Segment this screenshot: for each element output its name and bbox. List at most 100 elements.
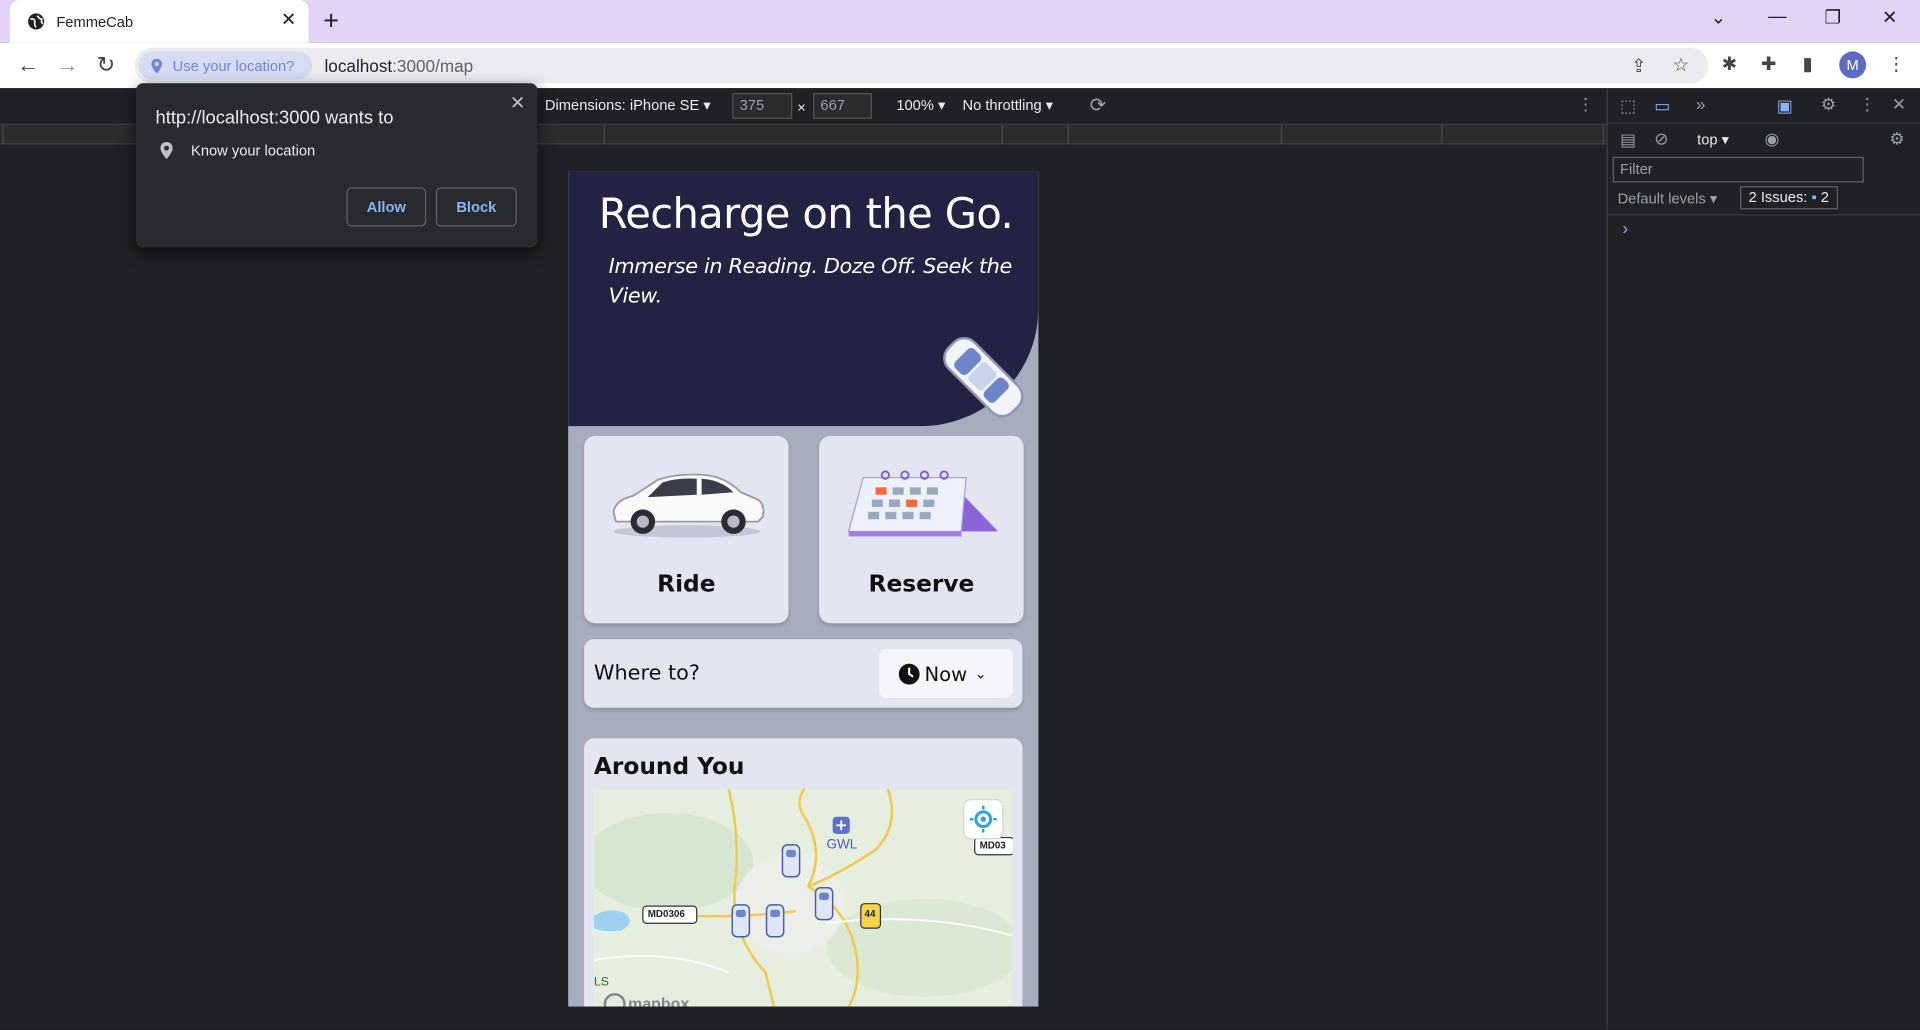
ruler-segment[interactable] — [1280, 124, 1283, 145]
issues-flag-icon: ▪ — [1811, 188, 1817, 206]
restore-icon[interactable]: ❐ — [1825, 6, 1841, 28]
issues-label: 2 Issues: — [1748, 188, 1808, 206]
extensions-puzzle-icon[interactable]: ✚ — [1761, 53, 1776, 75]
new-tab-button[interactable]: + — [323, 7, 339, 34]
profile-avatar[interactable]: M — [1839, 51, 1867, 79]
where-to-label: Where to? — [593, 661, 700, 686]
mapbox-attribution[interactable]: mapbox — [628, 994, 689, 1006]
width-input[interactable]: 375 — [732, 93, 793, 119]
issues-count: 2 — [1820, 188, 1830, 206]
forward-icon[interactable]: → — [56, 53, 78, 79]
close-window-icon[interactable]: ✕ — [1882, 6, 1897, 28]
block-button[interactable]: Block — [435, 187, 517, 227]
car-icon — [612, 473, 765, 538]
console-prompt[interactable]: › — [1622, 218, 1628, 238]
reserve-label: Reserve — [868, 570, 975, 598]
screen: FemmeCab ✕ + ⌄ — ❐ ✕ ← → ↻ Use your loca… — [0, 0, 1920, 1030]
share-icon[interactable]: ⇪ — [1631, 55, 1646, 77]
now-schedule-button[interactable]: Now ⌄ — [879, 648, 1013, 698]
ruler-segment[interactable] — [603, 124, 605, 145]
reload-icon[interactable]: ↻ — [97, 53, 115, 79]
map-label-road-2: MD03 — [979, 840, 1006, 852]
clear-console-icon[interactable]: ⊘ — [1654, 129, 1668, 150]
allow-button[interactable]: Allow — [346, 187, 427, 227]
tab-search-icon[interactable]: ⌄ — [1711, 6, 1726, 28]
car-topview-icon — [943, 336, 1024, 418]
hero-title: Recharge on the Go. — [598, 189, 1014, 239]
inspect-element-icon[interactable]: ⬚ — [1620, 96, 1636, 117]
url-text: localhost:3000/map — [324, 56, 473, 76]
map-view[interactable]: GWL MD0306 MD03 44 LS mapbox — [593, 788, 1013, 1007]
ruler-segment[interactable] — [1602, 124, 1605, 145]
devtools-menu-icon[interactable]: ⋮ — [1859, 94, 1876, 115]
back-icon[interactable]: ← — [17, 53, 39, 79]
side-panel-icon[interactable]: ▮ — [1802, 53, 1812, 75]
chevron-down-icon: ⌄ — [974, 664, 987, 683]
minimize-icon[interactable]: — — [1768, 6, 1786, 27]
browser-tab[interactable]: FemmeCab ✕ — [9, 0, 309, 43]
dimensions-dropdown[interactable]: Dimensions: iPhone SE ▾ — [545, 97, 711, 114]
close-devtools-icon[interactable]: ✕ — [1892, 94, 1906, 115]
ruler-segment[interactable] — [1001, 124, 1003, 145]
clock-icon — [898, 663, 920, 684]
around-you-title: Around You — [593, 753, 745, 781]
around-you-section: Around You GWL MD0306 MD03 44 LS mapbox — [584, 738, 1023, 1007]
permission-row: Know your location — [160, 142, 316, 160]
reserve-card[interactable]: Reserve — [819, 435, 1024, 624]
device-menu-icon[interactable]: ⋮ — [1577, 94, 1594, 115]
permission-text: Know your location — [191, 142, 316, 160]
devtools-tabbar: ⬚ ▭ » ▣ ⚙ ⋮ ✕ — [1607, 88, 1920, 124]
tab-title: FemmeCab — [56, 12, 134, 31]
map-label-highway: 44 — [864, 908, 876, 920]
height-input[interactable]: 667 — [813, 93, 872, 119]
bookmark-star-icon[interactable]: ☆ — [1673, 54, 1689, 76]
menu-kebab-icon[interactable]: ⋮ — [1887, 53, 1905, 75]
browser-toolbar: ← → ↻ Use your location? localhost:3000/… — [0, 42, 1920, 89]
console-settings-icon[interactable]: ⚙ — [1889, 129, 1904, 150]
permission-title: http://localhost:3000 wants to — [155, 107, 394, 129]
bug-extension-icon[interactable]: ✱ — [1722, 53, 1737, 75]
device-toggle-icon[interactable]: ▭ — [1654, 96, 1670, 117]
location-chip-label: Use your location? — [172, 56, 295, 75]
more-tabs-icon[interactable]: » — [1696, 94, 1706, 114]
settings-gear-icon[interactable]: ⚙ — [1821, 94, 1836, 115]
close-popup-icon[interactable]: ✕ — [510, 92, 525, 114]
globe-icon — [28, 13, 45, 30]
map-label-airport: GWL — [826, 837, 858, 853]
map-label-edge: LS — [593, 975, 609, 990]
ruler-segment[interactable] — [1441, 124, 1443, 145]
zoom-dropdown[interactable]: 100% ▾ — [896, 97, 945, 114]
log-levels-dropdown[interactable]: Default levels ▾ — [1618, 190, 1718, 207]
ride-card[interactable]: Ride — [584, 435, 789, 624]
divider — [1607, 214, 1920, 216]
issues-button[interactable]: 2 Issues: ▪ 2 — [1740, 186, 1838, 210]
location-pin-icon — [151, 58, 162, 73]
console-filter-input[interactable]: Filter — [1612, 156, 1864, 183]
calendar-icon — [847, 470, 998, 537]
tab-strip: FemmeCab ✕ + ⌄ — ❐ ✕ — [0, 0, 1920, 43]
map-label-road: MD0306 — [647, 908, 685, 920]
close-tab-icon[interactable]: ✕ — [281, 10, 296, 31]
rotate-icon[interactable]: ⟳ — [1090, 93, 1106, 117]
live-expression-eye-icon[interactable]: ◉ — [1765, 129, 1780, 150]
issues-chat-icon[interactable]: ▣ — [1777, 96, 1793, 117]
hero-subtitle: Immerse in Reading. Doze Off. Seek the V… — [608, 254, 1013, 309]
location-permission-popup: http://localhost:3000 wants to ✕ Know yo… — [135, 83, 538, 248]
where-to-bar[interactable]: Where to? Now ⌄ — [584, 639, 1023, 708]
location-pin-icon — [160, 142, 173, 160]
ride-label: Ride — [657, 570, 716, 598]
ruler-segment[interactable] — [1067, 124, 1069, 145]
map-canvas — [593, 788, 1013, 1007]
devtools-panel: ⬚ ▭ » ▣ ⚙ ⋮ ✕ ▤ ⊘ top ▾ ◉ ⚙ Filter Defau… — [1606, 88, 1920, 1030]
address-bar[interactable]: Use your location? localhost:3000/map ⇪ … — [134, 47, 1709, 84]
url-host: localhost — [324, 56, 393, 76]
location-chip[interactable]: Use your location? — [138, 51, 313, 80]
sidebar-toggle-icon[interactable]: ▤ — [1620, 130, 1636, 151]
now-label: Now — [924, 661, 968, 686]
dimension-separator: × — [797, 99, 806, 117]
app-viewport: Recharge on the Go. Immerse in Reading. … — [568, 171, 1039, 1007]
context-dropdown[interactable]: top ▾ — [1697, 131, 1729, 148]
url-path: :3000/map — [392, 56, 474, 76]
throttling-dropdown[interactable]: No throttling ▾ — [962, 97, 1053, 114]
console-toolbar: ▤ ⊘ top ▾ ◉ ⚙ — [1608, 124, 1920, 156]
